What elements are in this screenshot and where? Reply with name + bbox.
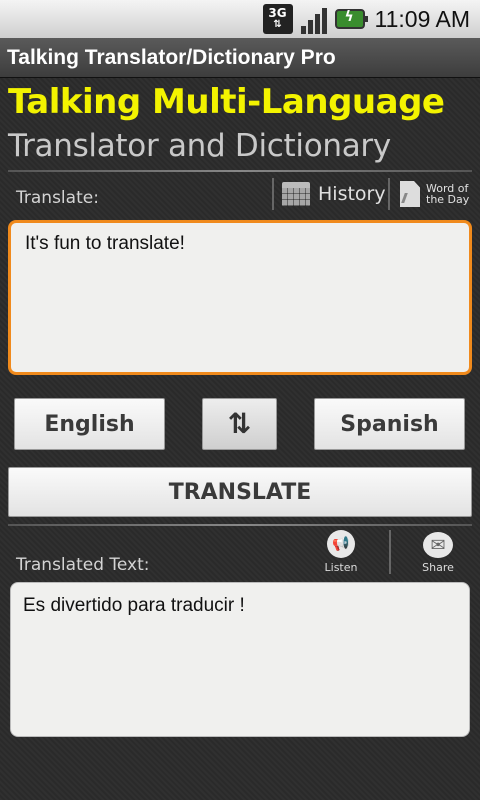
- heading-primary: Talking Multi-Language: [8, 82, 445, 122]
- network-type-label: 3G: [268, 6, 287, 20]
- target-language-button[interactable]: Spanish: [314, 398, 465, 450]
- history-button[interactable]: History: [282, 178, 386, 210]
- envelope-icon: ✉: [423, 532, 453, 558]
- source-text-input[interactable]: It's fun to translate!: [8, 220, 472, 375]
- battery-charging-icon: ϟ: [334, 4, 368, 34]
- result-divider: [8, 524, 472, 526]
- signal-strength-icon: [299, 4, 329, 34]
- document-icon: [400, 181, 420, 207]
- calendar-icon: [282, 182, 310, 206]
- source-language-button[interactable]: English: [14, 398, 165, 450]
- app-title: Talking Translator/Dictionary Pro: [7, 45, 336, 69]
- translate-label: Translate:: [16, 188, 99, 208]
- header-divider: [8, 170, 472, 172]
- listen-button[interactable]: 📢 Listen: [322, 530, 360, 574]
- translated-text-output: Es divertido para traducir !: [10, 582, 470, 737]
- history-label: History: [318, 183, 386, 205]
- listen-label: Listen: [324, 561, 358, 574]
- word-of-the-day-label: Word of the Day: [426, 182, 470, 206]
- toolbar-separator: [389, 530, 391, 574]
- share-button[interactable]: ✉ Share: [418, 532, 458, 574]
- translated-text-label: Translated Text:: [16, 555, 150, 575]
- status-bar: 3G ⇅ ϟ 11:09 AM: [0, 0, 480, 38]
- clock: 11:09 AM: [374, 5, 470, 32]
- share-label: Share: [422, 561, 454, 574]
- toolbar-separator: [388, 178, 390, 210]
- data-arrows-icon: ⇅: [273, 19, 282, 30]
- app-title-bar: Talking Translator/Dictionary Pro: [0, 38, 480, 78]
- swap-icon: ⇅: [227, 407, 252, 440]
- heading-secondary: Translator and Dictionary: [8, 128, 391, 164]
- swap-languages-button[interactable]: ⇅: [202, 398, 277, 450]
- toolbar-separator: [272, 178, 274, 210]
- network-3g-icon: 3G ⇅: [262, 4, 293, 34]
- word-of-the-day-button[interactable]: Word of the Day: [400, 178, 472, 210]
- megaphone-icon: 📢: [327, 530, 355, 558]
- translate-button[interactable]: TRANSLATE: [8, 467, 472, 517]
